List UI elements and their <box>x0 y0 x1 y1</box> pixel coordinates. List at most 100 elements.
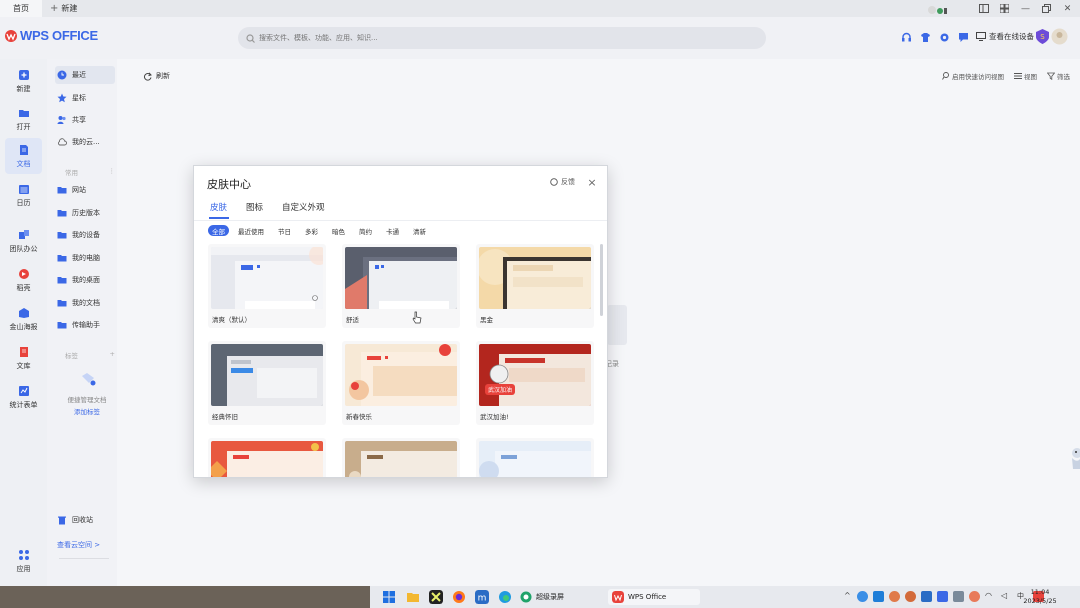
sidebar-item-label: 星标 <box>72 94 86 102</box>
tray-app-icon[interactable] <box>937 591 948 602</box>
skin-card-spring[interactable]: 新春快乐 <box>342 341 460 425</box>
rail-item-new[interactable]: 新建 <box>0 63 47 99</box>
volume-icon[interactable]: ◁ <box>1001 591 1012 602</box>
online-devices-button[interactable]: 查看在线设备 <box>976 31 1034 42</box>
category-dark[interactable]: 暗色 <box>332 225 345 236</box>
view-toggle[interactable]: 视图 <box>1014 71 1037 81</box>
add-tag-icon[interactable]: + <box>110 350 115 360</box>
rail-item-form[interactable]: 统计表单 <box>0 379 47 415</box>
windows-start-icon[interactable] <box>382 590 396 604</box>
sidebar-item-label: 我的云... <box>72 138 100 146</box>
tray-avatar-icon[interactable] <box>905 591 916 602</box>
vip-badge-icon[interactable]: S <box>1034 28 1051 45</box>
skin-card-classic[interactable]: 经典怀旧 <box>208 341 326 425</box>
tray-pet-icon[interactable] <box>969 591 980 602</box>
tab-new[interactable]: + 新建 <box>46 0 81 17</box>
skin-shirt-icon[interactable] <box>919 31 931 43</box>
sidebar-item-label: 最近 <box>72 71 86 79</box>
view-label: 视图 <box>1024 73 1037 81</box>
category-cartoon[interactable]: 卡通 <box>386 225 399 236</box>
add-tag-link[interactable]: 添加标签 <box>57 406 117 416</box>
rail-item-team[interactable]: 团队办公 <box>0 223 47 259</box>
wifi-icon[interactable]: ◠ <box>985 591 996 602</box>
category-colorful[interactable]: 多彩 <box>305 225 318 236</box>
system-clock[interactable]: 11:04 2023/5/25 <box>1020 588 1060 606</box>
share-users-icon <box>57 116 66 124</box>
avatar[interactable] <box>1051 28 1068 45</box>
sidebar-item-cloud[interactable]: 我的云... <box>57 133 117 151</box>
clock-time: 11:04 <box>1030 588 1050 596</box>
tab-icons[interactable]: 图标 <box>246 201 263 213</box>
close-window-icon[interactable]: ✕ <box>1061 2 1074 15</box>
sidebar-toggle-icon[interactable] <box>977 2 990 15</box>
tray-app-icon[interactable] <box>953 591 964 602</box>
filter-button[interactable]: 筛选 <box>1047 71 1070 81</box>
tray-chevron-icon[interactable]: ^ <box>844 591 852 602</box>
sidebar-item-history[interactable]: 历史版本 <box>57 204 117 222</box>
grid-view-icon[interactable] <box>998 2 1011 15</box>
rail-item-daoke[interactable]: 稻壳 <box>0 262 47 298</box>
tray-avatar-icon[interactable] <box>889 591 900 602</box>
xmind-icon[interactable] <box>429 590 443 604</box>
skin-card-default[interactable]: 清爽（默认） <box>208 244 326 328</box>
skin-card-red[interactable] <box>208 438 326 477</box>
cloud-space-link[interactable]: 查看云空间 > <box>57 536 117 554</box>
firefox-icon[interactable] <box>452 590 466 604</box>
dialog-scrollbar[interactable] <box>600 244 603 316</box>
onedrive-icon[interactable] <box>857 591 868 602</box>
edge-icon[interactable] <box>498 590 512 604</box>
tab-home[interactable]: 首页 <box>0 0 42 17</box>
taskbar-app-recorder[interactable]: 超级录屏 <box>520 589 564 605</box>
message-icon[interactable] <box>957 31 969 43</box>
category-recent[interactable]: 最近使用 <box>238 225 264 236</box>
dialog-close-button[interactable]: × <box>586 176 598 189</box>
sidebar-item-my-documents[interactable]: 我的文档 <box>57 294 117 312</box>
search-bar[interactable] <box>238 27 766 49</box>
skin-card-brown[interactable] <box>342 438 460 477</box>
skin-preview-black-gold <box>479 247 591 309</box>
tab-skins[interactable]: 皮肤 <box>210 201 227 213</box>
sidebar-item-my-desktop[interactable]: 我的桌面 <box>57 271 117 289</box>
app-m-icon[interactable]: m <box>475 590 489 604</box>
refresh-button[interactable]: 刷新 <box>143 71 170 81</box>
sidebar-item-recycle[interactable]: 回收站 <box>57 511 117 529</box>
sidebar-item-website[interactable]: 网站 <box>57 181 117 199</box>
sidebar-item-my-device[interactable]: 我的设备 <box>57 226 117 244</box>
desktop-pet-side-icon[interactable] <box>1069 447 1080 469</box>
file-explorer-icon[interactable] <box>406 590 420 604</box>
skin-card-sky[interactable] <box>476 438 594 477</box>
rail-item-open[interactable]: 打开 <box>0 101 47 137</box>
desktop-pet-icon[interactable] <box>926 2 948 16</box>
rail-item-poster[interactable]: 金山海报 <box>0 301 47 337</box>
feedback-button[interactable]: 反馈 <box>550 177 575 187</box>
search-input[interactable] <box>259 34 739 42</box>
headset-icon[interactable] <box>900 31 912 43</box>
more-dots-icon[interactable]: ⋮ <box>109 167 116 177</box>
skin-card-wuhan[interactable]: 武汉加油 武汉加油! <box>476 341 594 425</box>
sidebar-item-starred[interactable]: 星标 <box>57 89 117 107</box>
settings-gear-icon[interactable] <box>938 31 950 43</box>
rail-label: 稻壳 <box>16 283 31 292</box>
rail-item-apps[interactable]: 应用 <box>0 543 47 579</box>
skin-card-comfort[interactable]: 舒适 <box>342 244 460 328</box>
minimize-icon[interactable]: — <box>1019 2 1032 15</box>
sidebar-item-my-computer[interactable]: 我的电脑 <box>57 249 117 267</box>
category-all[interactable]: 全部 <box>208 225 229 236</box>
rail-item-docs[interactable]: 文档 <box>5 138 42 174</box>
sidebar-item-transfer[interactable]: 传输助手 <box>57 316 117 334</box>
tab-custom-appearance[interactable]: 自定义外观 <box>282 201 325 213</box>
category-fresh[interactable]: 清新 <box>413 225 426 236</box>
rail-item-calendar[interactable]: 日历 <box>0 177 47 213</box>
user-avatars[interactable]: S <box>1034 28 1068 45</box>
category-minimal[interactable]: 简约 <box>359 225 372 236</box>
category-festival[interactable]: 节日 <box>278 225 291 236</box>
rail-item-library[interactable]: 文库 <box>0 340 47 376</box>
taskbar-app-wps[interactable]: WPS Office <box>608 589 700 605</box>
tray-app-icon[interactable] <box>873 591 884 602</box>
sidebar-item-recent[interactable]: 最近 <box>55 66 115 84</box>
sidebar-item-shared[interactable]: 共享 <box>57 111 117 129</box>
skin-card-black-gold[interactable]: 黑金 <box>476 244 594 328</box>
restore-icon[interactable] <box>1040 2 1053 15</box>
quick-access-toggle[interactable]: 启用快速访问视图 <box>942 71 1004 81</box>
tray-shield-icon[interactable] <box>921 591 932 602</box>
